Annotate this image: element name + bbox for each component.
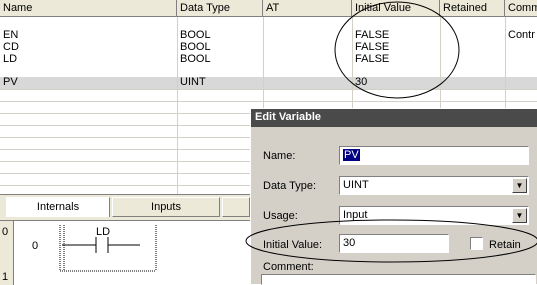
row-at[interactable] (263, 54, 352, 65)
retain-checkbox[interactable] (470, 237, 483, 250)
row-retained[interactable] (440, 77, 505, 88)
comment-field[interactable] (261, 274, 536, 285)
row-data-type[interactable]: BOOL (177, 42, 263, 53)
grid-line (0, 101, 537, 102)
initial-value-label: Initial Value: (263, 239, 323, 251)
row-retained[interactable] (440, 54, 505, 65)
comment-label: Comment: (263, 261, 314, 273)
initial-value-field[interactable]: 30 (339, 234, 449, 253)
row-name[interactable]: PV (0, 77, 177, 88)
col-header-retained[interactable]: Retained (440, 0, 505, 17)
edit-variable-dialog: Edit Variable Name: PV Data Type: UINT ▼… (250, 108, 537, 285)
tab-outputs[interactable] (222, 197, 250, 217)
rung-number: 1 (2, 272, 9, 283)
data-type-label: Data Type: (263, 180, 316, 192)
row-initial-value[interactable]: 30 (352, 77, 440, 88)
variable-tab-bar: Internals Inputs (0, 194, 250, 220)
row-data-type[interactable]: BOOL (177, 30, 263, 41)
row-at[interactable] (263, 42, 352, 53)
row-data-type[interactable]: UINT (177, 77, 263, 88)
row-comment[interactable] (505, 77, 537, 88)
name-value: PV (343, 149, 360, 161)
row-initial-value[interactable]: FALSE (352, 54, 440, 65)
row-at[interactable] (263, 30, 352, 41)
col-header-comment[interactable]: Comm (505, 0, 537, 17)
row-name[interactable]: CD (0, 42, 177, 53)
rung-sub-number: 0 (32, 241, 39, 252)
ladder-graphics (59, 225, 157, 272)
usage-select[interactable]: Input ▼ (339, 206, 529, 225)
name-field[interactable]: PV (339, 146, 529, 165)
row-initial-value[interactable]: FALSE (352, 42, 440, 53)
contact-label[interactable]: LD (96, 227, 116, 238)
col-header-data-type[interactable]: Data Type (177, 0, 263, 17)
row-data-type[interactable]: BOOL (177, 54, 263, 65)
tab-inputs[interactable]: Inputs (112, 197, 220, 217)
usage-value: Input (343, 209, 368, 221)
row-comment[interactable]: Contr (505, 30, 537, 41)
col-header-at[interactable]: AT (263, 0, 352, 17)
row-retained[interactable] (440, 42, 505, 53)
usage-label: Usage: (263, 210, 298, 222)
row-comment[interactable] (505, 42, 537, 53)
dialog-title: Edit Variable (251, 109, 537, 127)
row-at[interactable] (263, 77, 352, 88)
grid-line (0, 89, 537, 90)
row-initial-value[interactable]: FALSE (352, 30, 440, 41)
data-type-value: UINT (343, 179, 369, 191)
retain-label: Retain (489, 239, 521, 251)
row-comment[interactable] (505, 54, 537, 65)
col-header-name[interactable]: Name (0, 0, 177, 17)
row-name[interactable]: LD (0, 54, 177, 65)
chevron-down-icon[interactable]: ▼ (512, 208, 527, 223)
col-header-initial-value[interactable]: Initial Value (352, 0, 440, 17)
chevron-down-icon[interactable]: ▼ (512, 178, 527, 193)
tab-internals[interactable]: Internals (6, 197, 110, 217)
data-type-select[interactable]: UINT ▼ (339, 176, 529, 195)
row-name[interactable]: EN (0, 30, 177, 41)
rung-number: 0 (2, 227, 9, 238)
name-label: Name: (263, 150, 296, 162)
row-retained[interactable] (440, 30, 505, 41)
ladder-editor[interactable]: 0 0 LD 1 (0, 220, 250, 285)
